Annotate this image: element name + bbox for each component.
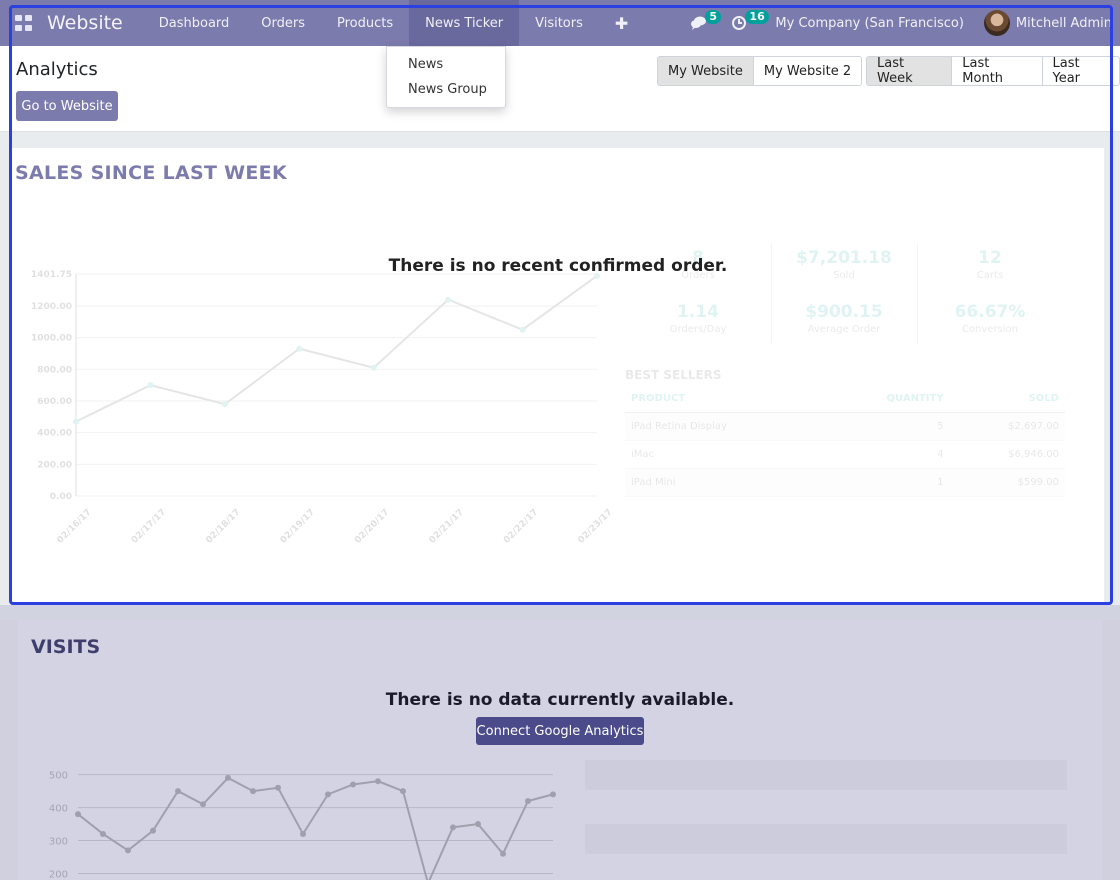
kpi-value: 66.67% <box>954 302 1026 322</box>
x-tick-label: 02/22/17 <box>502 507 540 545</box>
table-row[interactable]: iPad Retina Display 5 $2,697.00 <box>625 412 1065 441</box>
x-tick-label: 02/20/17 <box>353 507 391 545</box>
dropdown-item-news-group[interactable]: News Group <box>387 80 505 105</box>
x-tick-label: 02/23/17 <box>576 507 612 545</box>
sales-line-chart: 0.00 200.00 400.00 600.00 800.00 1000.00 1200.… <box>31 270 612 546</box>
data-point <box>221 401 228 408</box>
y-tick-label: 200.00 <box>37 460 72 470</box>
best-sellers-table: PRODUCT QUANTITY SOLD iPad Retina Displa… <box>625 386 1065 497</box>
apps-menu-icon[interactable] <box>15 15 33 31</box>
sales-section-title: SALES SINCE LAST WEEK <box>15 162 287 184</box>
kpi-label: Orders/Day <box>669 324 727 335</box>
kpi-orders-per-day: 1.14 Orders/Day <box>625 302 771 335</box>
kpi-conversion: 66.67% Conversion <box>917 302 1063 335</box>
period-last-month[interactable]: Last Month <box>951 56 1043 86</box>
x-tick-label: 02/16/17 <box>55 507 93 545</box>
nav-products[interactable]: Products <box>321 0 409 46</box>
y-tick-label: 800.00 <box>37 365 72 375</box>
period-last-week[interactable]: Last Week <box>866 56 953 86</box>
y-tick-label: 600.00 <box>37 397 72 407</box>
add-menu-icon[interactable]: ✚ <box>599 0 644 46</box>
cell-product: iPad Mini <box>625 468 823 497</box>
activities-count-badge: 16 <box>745 10 769 24</box>
data-point <box>370 364 377 371</box>
cell-sold: $599.00 <box>949 468 1065 497</box>
x-tick-label: 02/17/17 <box>130 507 168 545</box>
sales-dashboard-card: SALES SINCE LAST WEEK 0.00 200.00 400.00 60… <box>12 148 1104 602</box>
kpi-label: Average Order <box>807 324 881 335</box>
control-panel: Analytics Go to Website My Website My We… <box>0 46 1120 132</box>
data-point <box>296 345 303 352</box>
activities-icon[interactable]: 16 <box>719 0 769 46</box>
x-tick-label: 02/18/17 <box>204 507 242 545</box>
data-point <box>519 326 526 333</box>
nav-visitors[interactable]: Visitors <box>519 0 599 46</box>
y-tick-label: 1200.00 <box>31 302 72 312</box>
period-last-year[interactable]: Last Year <box>1041 56 1120 86</box>
website-option-my-website-2[interactable]: My Website 2 <box>752 56 863 86</box>
kpi-value: 1.14 <box>677 302 719 322</box>
data-point <box>73 418 79 425</box>
nav-orders[interactable]: Orders <box>245 0 321 46</box>
data-point <box>445 296 452 303</box>
company-switcher[interactable]: My Company (San Francisco) <box>759 16 983 31</box>
top-navbar: Website Dashboard Orders Products News T… <box>0 0 1120 46</box>
news-ticker-dropdown: News News Group <box>386 46 506 108</box>
y-tick-label: 0.00 <box>50 492 72 502</box>
website-selector: My Website My Website 2 <box>657 56 863 86</box>
kpi-label: Conversion <box>961 324 1019 335</box>
data-point <box>147 382 154 389</box>
connect-google-analytics-button[interactable]: Connect Google Analytics <box>476 717 644 745</box>
no-orders-message: There is no recent confirmed order. <box>388 256 728 276</box>
table-row[interactable]: iPad Mini 1 $599.00 <box>625 468 1065 497</box>
cell-quantity: 1 <box>822 468 950 497</box>
dropdown-item-news[interactable]: News <box>387 55 505 80</box>
column-header-sold: SOLD <box>949 386 1065 413</box>
nav-news-ticker[interactable]: News Ticker <box>409 0 520 46</box>
website-option-my-website[interactable]: My Website <box>657 56 754 86</box>
page-title: Analytics <box>16 59 98 80</box>
table-row[interactable]: iMac 4 $6,946.00 <box>625 440 1065 469</box>
go-to-website-button[interactable]: Go to Website <box>16 91 118 121</box>
kpi-value: $900.15 <box>805 302 883 322</box>
user-menu[interactable]: Mitchell Admin <box>1016 16 1112 31</box>
cell-quantity: 4 <box>822 440 950 469</box>
table-header-row: PRODUCT QUANTITY SOLD <box>625 386 1065 413</box>
cell-product: iPad Retina Display <box>625 412 823 441</box>
series-line <box>75 275 598 423</box>
no-visits-data-message: There is no data currently available. <box>385 690 735 710</box>
kpi-average-order: $900.15 Average Order <box>771 302 917 335</box>
x-tick-label: 02/19/17 <box>279 507 317 545</box>
visits-section-title: VISITS <box>31 636 101 658</box>
cell-product: iMac <box>625 440 823 469</box>
nav-dashboard[interactable]: Dashboard <box>143 0 246 46</box>
cell-sold: $2,697.00 <box>949 412 1065 441</box>
column-header-quantity: QUANTITY <box>822 386 950 413</box>
y-tick-label: 400.00 <box>37 429 72 439</box>
cell-sold: $6,946.00 <box>949 440 1065 469</box>
app-brand[interactable]: Website <box>47 12 123 34</box>
period-selector: Last Week Last Month Last Year <box>866 56 1120 86</box>
column-header-product: PRODUCT <box>625 386 823 413</box>
user-avatar[interactable] <box>983 10 1010 36</box>
best-sellers-title: BEST SELLERS <box>625 368 722 382</box>
y-tick-label: 1000.00 <box>31 334 72 344</box>
messages-icon[interactable]: 5 <box>679 0 722 46</box>
cell-quantity: 5 <box>822 412 950 441</box>
x-tick-label: 02/21/17 <box>428 507 466 545</box>
